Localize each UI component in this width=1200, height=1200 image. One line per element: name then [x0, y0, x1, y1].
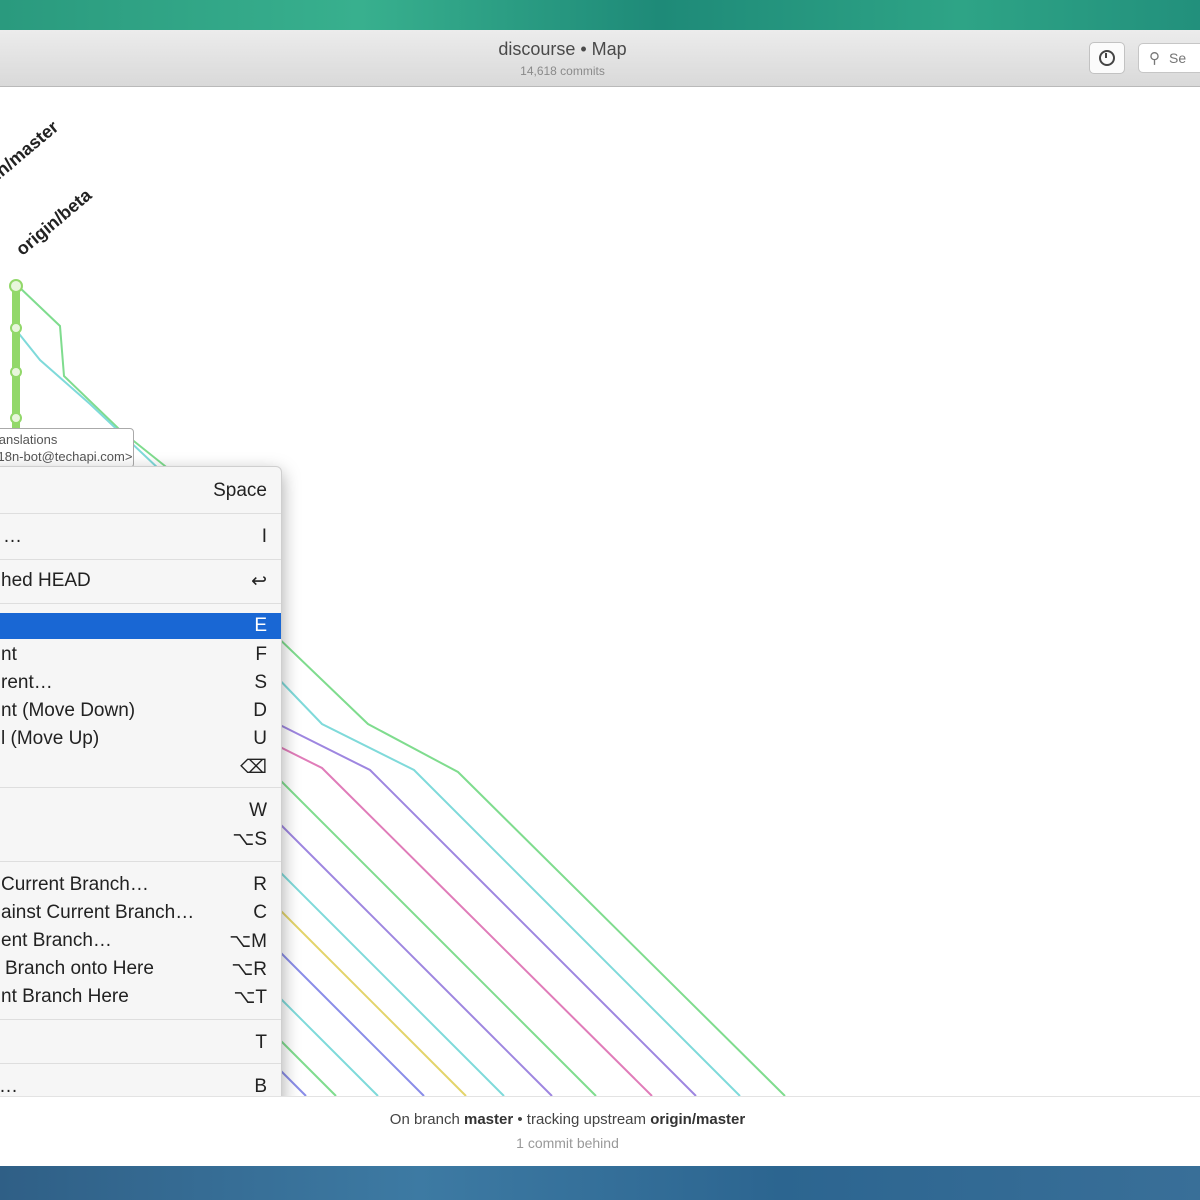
- tooltip-author: <i18n-bot@techapi.com>: [0, 449, 133, 464]
- menu-item-label: hed HEAD: [1, 570, 91, 591]
- commit-count: 14,618 commits: [520, 64, 605, 78]
- commit-node: [10, 322, 22, 334]
- commit-tooltip: Translations <i18n-bot@techapi.com>: [0, 428, 134, 468]
- commit-node: [9, 279, 23, 293]
- menu-item-label: ainst Current Branch…: [1, 902, 195, 923]
- branch-status: On branch master • tracking upstream ori…: [0, 1111, 1135, 1128]
- menu-item-label: Branch onto Here: [5, 958, 154, 979]
- status-bar: On branch master • tracking upstream ori…: [0, 1096, 1200, 1166]
- menu-separator: [0, 861, 281, 862]
- search-input[interactable]: [1169, 50, 1200, 66]
- menu-item-label: nt: [1, 644, 17, 665]
- menu-item-shortcut: ⌫: [240, 757, 267, 778]
- commits-behind: 1 commit behind: [516, 1135, 619, 1151]
- menu-item-reset-branch-here[interactable]: nt Branch Here ⌥T: [0, 983, 281, 1009]
- menu-separator: [0, 513, 281, 514]
- commit-node: [10, 366, 22, 378]
- menu-item-detached-head[interactable]: hed HEAD ↩: [0, 567, 281, 593]
- graph-line: [269, 861, 505, 1097]
- tooltip-message: Translations: [0, 432, 58, 447]
- menu-item-shortcut: U: [253, 728, 267, 749]
- menu-item-shortcut: W: [249, 800, 267, 821]
- menu-item-rebase-current-branch[interactable]: Current Branch… R: [0, 871, 281, 897]
- menu-item-shortcut: C: [253, 902, 267, 923]
- menu-item-shortcut: ↩: [251, 571, 267, 592]
- menu-item-shortcut: T: [255, 1032, 267, 1053]
- menu-item-i[interactable]: … I: [0, 523, 281, 549]
- graph-line: [269, 669, 741, 1097]
- search-field[interactable]: ⚲: [1138, 43, 1200, 73]
- menu-separator: [0, 603, 281, 604]
- context-menu: Space … I hed HEAD ↩ E nt F rent… S nt (…: [0, 466, 282, 1108]
- menu-item-rebase-branch-onto-here[interactable]: Branch onto Here ⌥R: [0, 955, 281, 981]
- desktop-wallpaper-bottom: [0, 1164, 1200, 1200]
- menu-item-label: ent Branch…: [1, 930, 112, 951]
- menu-item-shortcut: E: [254, 615, 267, 636]
- menu-item-shortcut: ⌥S: [232, 829, 267, 850]
- menu-item-space[interactable]: Space: [0, 477, 281, 503]
- graph-line: [269, 769, 597, 1097]
- menu-separator: [0, 1019, 281, 1020]
- menu-item-shortcut: F: [255, 644, 267, 665]
- status-prefix: On branch: [389, 1111, 460, 1128]
- upstream-branch-name: origin/master: [650, 1111, 746, 1128]
- menu-item-move-up[interactable]: l (Move Up) U: [0, 725, 281, 751]
- menu-item-label: rent…: [1, 672, 53, 693]
- menu-item-label: …: [3, 526, 22, 547]
- menu-item-move-down[interactable]: nt (Move Down) D: [0, 697, 281, 723]
- menu-item-shortcut: ⌥T: [233, 987, 267, 1008]
- clock-icon: [1099, 50, 1115, 66]
- menu-separator: [0, 787, 281, 788]
- graph-line: [269, 899, 467, 1097]
- menu-item-option-s[interactable]: ⌥S: [0, 825, 281, 851]
- graph-line: [269, 719, 697, 1097]
- menu-separator: [0, 559, 281, 560]
- menu-item-label: nt (Move Down): [1, 700, 136, 721]
- menu-item-shortcut: Space: [213, 480, 267, 501]
- menu-item-label: l (Move Up): [1, 728, 100, 749]
- menu-item-shortcut: R: [253, 874, 267, 895]
- menu-item-shortcut: ⌥M: [229, 931, 267, 952]
- status-middle: • tracking upstream: [517, 1111, 647, 1128]
- title-bar: discourse • Map 14,618 commits ⚲: [0, 30, 1200, 87]
- menu-item-t[interactable]: T: [0, 1029, 281, 1055]
- search-icon: ⚲: [1149, 50, 1160, 67]
- menu-item-against-current-branch[interactable]: ainst Current Branch… C: [0, 899, 281, 925]
- app-window: origin/master origin/beta Translations <…: [0, 30, 1200, 1166]
- menu-separator: [0, 1063, 281, 1064]
- menu-item-e-selected[interactable]: E: [0, 613, 281, 639]
- commit-node: [10, 412, 22, 424]
- menu-item-label: …: [0, 1076, 18, 1097]
- menu-item-shortcut: B: [254, 1076, 267, 1097]
- menu-item-shortcut: D: [253, 700, 267, 721]
- current-branch-name: master: [464, 1111, 514, 1128]
- menu-item-shortcut: I: [261, 526, 267, 547]
- menu-item-label: Current Branch…: [1, 874, 149, 895]
- menu-item-shortcut: S: [254, 672, 267, 693]
- graph-line: [269, 941, 425, 1097]
- history-button[interactable]: [1089, 42, 1125, 74]
- menu-item-w[interactable]: W: [0, 797, 281, 823]
- menu-item-shortcut: ⌥R: [231, 959, 267, 980]
- menu-item-delete[interactable]: ⌫: [0, 753, 281, 779]
- menu-item-f[interactable]: nt F: [0, 641, 281, 667]
- menu-item-s[interactable]: rent… S: [0, 669, 281, 695]
- menu-item-label: nt Branch Here: [1, 986, 129, 1007]
- menu-item-merge-current-branch[interactable]: ent Branch… ⌥M: [0, 927, 281, 953]
- graph-line: [269, 987, 379, 1097]
- desktop-wallpaper-top: [0, 0, 1200, 32]
- window-title: discourse • Map: [498, 39, 627, 59]
